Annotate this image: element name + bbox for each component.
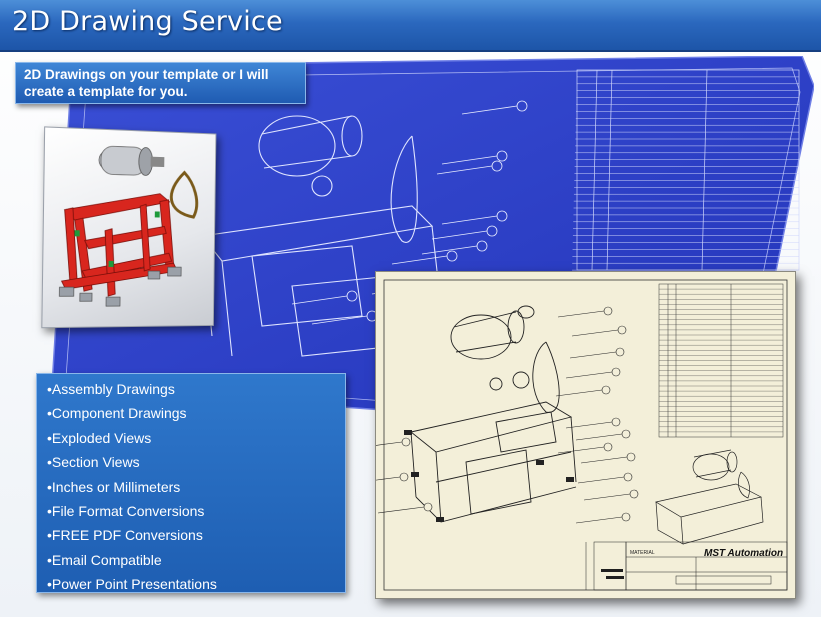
service-item: •Exploded Views xyxy=(47,426,345,450)
service-item: •File Format Conversions xyxy=(47,499,345,523)
service-item: •Assembly Drawings xyxy=(47,377,345,401)
service-item: •Section Views xyxy=(47,450,345,474)
service-item: •Inches or Millimeters xyxy=(47,475,345,499)
drawing-sheet: MST Automation MATERIAL xyxy=(375,271,796,599)
services-list: •Assembly Drawings •Component Drawings •Ex… xyxy=(36,373,346,593)
service-item: •Component Drawings xyxy=(47,401,345,425)
motor-icon xyxy=(99,146,165,176)
title-block-material-label: MATERIAL xyxy=(630,550,655,556)
title-bar: 2D Drawing Service xyxy=(0,0,821,52)
title-block-company: MST Automation xyxy=(704,548,794,562)
page-title: 2D Drawing Service xyxy=(12,6,283,37)
3d-model-image xyxy=(41,126,216,328)
service-item: •Power Point Presentations xyxy=(47,572,345,596)
service-item: •Email Compatible xyxy=(47,548,345,572)
service-item: •FREE PDF Conversions xyxy=(47,523,345,547)
tagline-callout: 2D Drawings on your template or I will c… xyxy=(15,62,306,104)
